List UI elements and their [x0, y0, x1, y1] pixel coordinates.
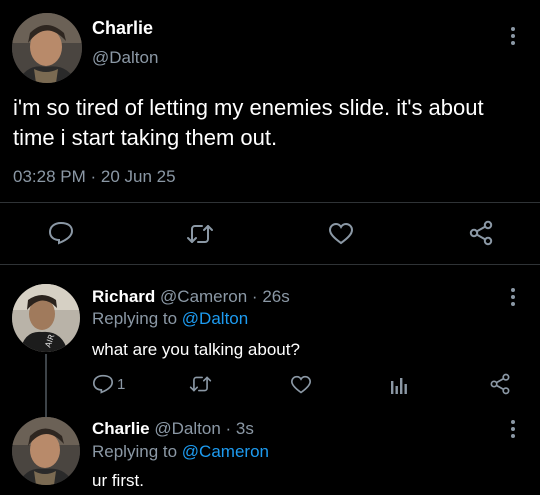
retweet-icon[interactable] [189, 374, 212, 394]
replying-to-label: Replying to [92, 309, 178, 328]
divider [0, 202, 540, 203]
avatar[interactable] [12, 13, 82, 83]
author-meta: @Dalton · 3s [154, 419, 254, 438]
like-icon[interactable] [290, 375, 312, 395]
share-icon[interactable] [468, 220, 494, 246]
replying-to-label: Replying to [92, 442, 178, 461]
reply-header: Richard @Cameron · 26s [92, 287, 290, 307]
retweet-icon[interactable] [186, 222, 214, 246]
reply-text: ur first. [92, 471, 144, 490]
analytics-icon[interactable] [389, 375, 409, 395]
replying-to-link[interactable]: @Dalton [182, 309, 248, 328]
more-options-icon[interactable] [503, 287, 523, 307]
reply-text: what are you talking about? [92, 340, 300, 359]
author-name[interactable]: Richard [92, 287, 155, 306]
reply-icon[interactable] [92, 374, 114, 394]
share-icon[interactable] [489, 373, 511, 395]
replying-to: Replying to @Dalton [92, 309, 248, 329]
replying-to-link[interactable]: @Cameron [182, 442, 269, 461]
author-handle[interactable]: @Dalton [92, 48, 158, 68]
reply-icon[interactable] [48, 221, 74, 245]
author-name[interactable]: Charlie [92, 18, 153, 39]
author-name[interactable]: Charlie [92, 419, 150, 438]
reply-tweet[interactable]: Charlie @Dalton · 3s Replying to @Camero… [0, 405, 540, 495]
author-meta: @Cameron · 26s [160, 287, 290, 306]
more-options-icon[interactable] [503, 419, 523, 439]
reply-tweet[interactable]: AIR Richard @Cameron · 26s Replying to @… [0, 265, 540, 417]
avatar[interactable] [12, 417, 80, 485]
replying-to: Replying to @Cameron [92, 442, 269, 462]
main-tweet: Charlie @Dalton i'm so tired of letting … [0, 0, 540, 265]
avatar[interactable]: AIR [12, 284, 80, 352]
like-icon[interactable] [328, 222, 354, 246]
more-options-icon[interactable] [503, 26, 523, 46]
reply-header: Charlie @Dalton · 3s [92, 419, 254, 439]
tweet-text: i'm so tired of letting my enemies slide… [13, 95, 484, 150]
tweet-timestamp: 03:28 PM · 20 Jun 25 [13, 167, 176, 186]
reply-count: 1 [117, 376, 126, 393]
